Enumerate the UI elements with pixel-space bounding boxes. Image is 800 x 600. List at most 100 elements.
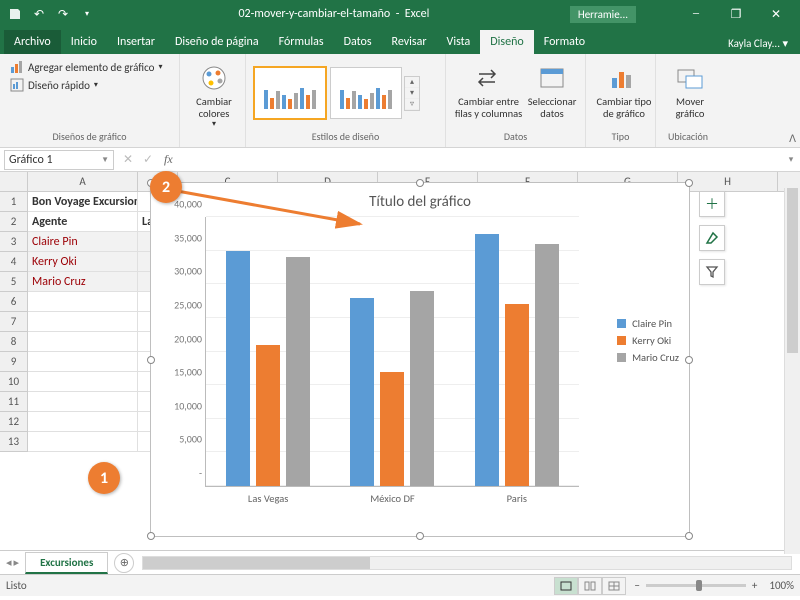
row-header[interactable]: 11	[0, 392, 28, 412]
formula-input[interactable]	[179, 150, 782, 170]
ribbon: Agregar elemento de gráfico▾ Diseño rápi…	[0, 54, 800, 148]
chart-filters-button[interactable]	[699, 259, 725, 285]
tab-formato[interactable]: Formato	[534, 30, 595, 54]
row-header[interactable]: 5	[0, 272, 28, 292]
row-header[interactable]: 1	[0, 192, 28, 212]
style-thumb-2[interactable]	[330, 67, 402, 119]
undo-icon[interactable]: ↶	[28, 3, 50, 25]
qat-dropdown-icon[interactable]: ▾	[76, 3, 98, 25]
add-chart-element-button[interactable]: Agregar elemento de gráfico▾	[6, 58, 173, 76]
zoom-level[interactable]: 100%	[769, 579, 794, 592]
horizontal-scrollbar[interactable]	[142, 556, 792, 570]
sheet-tab-bar: ◂▸ Excursiones ⊕	[0, 550, 800, 574]
cell[interactable]	[28, 352, 138, 372]
tab-inicio[interactable]: Inicio	[61, 30, 107, 54]
group-data: Datos	[452, 130, 579, 143]
cell[interactable]	[28, 312, 138, 332]
change-colors-button[interactable]: Cambiar colores▾	[186, 58, 242, 133]
row-header[interactable]: 10	[0, 372, 28, 392]
minimize-icon[interactable]: ─	[676, 0, 716, 28]
switch-row-column-button[interactable]: Cambiar entre filas y columnas	[452, 58, 525, 128]
chart-elements-button[interactable]: ＋	[699, 191, 725, 217]
chart-side-buttons: ＋	[699, 191, 725, 285]
row-header[interactable]: 12	[0, 412, 28, 432]
contextual-tab-label: Herramie...	[570, 6, 636, 23]
row-header[interactable]: 9	[0, 352, 28, 372]
quick-layout-button[interactable]: Diseño rápido▾	[6, 76, 173, 94]
select-all-corner[interactable]	[0, 172, 28, 192]
chart-legend[interactable]: Claire PinKerry OkiMario Cruz	[617, 313, 679, 368]
cell[interactable]	[28, 292, 138, 312]
chart-styles-button[interactable]	[699, 225, 725, 251]
tab-revisar[interactable]: Revisar	[382, 30, 437, 54]
select-data-button[interactable]: Seleccionar datos	[525, 58, 579, 128]
chart-style-gallery[interactable]	[252, 65, 404, 121]
fx-icon[interactable]: fx	[158, 152, 179, 167]
step-badge-1: 1	[88, 462, 120, 494]
row-header[interactable]: 2	[0, 212, 28, 232]
tab-formulas[interactable]: Fórmulas	[269, 30, 334, 54]
gallery-scroll[interactable]: ▴▾▿	[404, 76, 420, 111]
user-name[interactable]: Kayla Clay... ▾	[720, 33, 796, 54]
group-type: Tipo	[592, 130, 649, 143]
normal-view-icon[interactable]	[554, 577, 578, 595]
page-layout-view-icon[interactable]	[578, 577, 602, 595]
sheet-nav[interactable]: ◂▸	[0, 556, 25, 569]
cell[interactable]	[28, 412, 138, 432]
row-header[interactable]: 3	[0, 232, 28, 252]
cell[interactable]	[28, 332, 138, 352]
chart-plot-area[interactable]: -5,00010,00015,00020,00025,00030,00035,0…	[205, 217, 579, 487]
expand-formula-bar-icon[interactable]: ▾	[782, 154, 800, 165]
tab-insertar[interactable]: Insertar	[107, 30, 165, 54]
close-icon[interactable]: ✕	[756, 0, 796, 28]
new-sheet-button[interactable]: ⊕	[114, 553, 134, 573]
tab-archivo[interactable]: Archivo	[4, 30, 61, 54]
zoom-controls[interactable]: − + 100%	[634, 579, 794, 592]
cell[interactable]	[28, 432, 138, 452]
chart-type-icon	[608, 62, 640, 94]
worksheet-grid[interactable]: A B C D E F G H 1Bon Voyage Excursiones …	[0, 172, 800, 550]
cell[interactable]: Mario Cruz	[28, 272, 138, 292]
switch-icon	[473, 62, 505, 94]
chart-title[interactable]: Título del gráfico	[151, 183, 689, 217]
row-header[interactable]: 8	[0, 332, 28, 352]
collapse-ribbon-icon[interactable]: ᐱ	[789, 132, 796, 145]
cell[interactable]: Kerry Oki	[28, 252, 138, 272]
move-chart-button[interactable]: Mover gráfico	[662, 58, 718, 124]
cell[interactable]	[28, 392, 138, 412]
zoom-in-icon[interactable]: +	[752, 579, 757, 592]
row-header[interactable]: 4	[0, 252, 28, 272]
enter-formula-icon[interactable]: ✓	[138, 152, 158, 167]
palette-icon	[198, 62, 230, 94]
zoom-slider[interactable]	[646, 584, 746, 587]
cancel-formula-icon[interactable]: ✕	[118, 152, 138, 167]
cell[interactable]: Bon Voyage Excursiones	[28, 192, 138, 212]
name-box[interactable]: Gráfico 1▼	[4, 150, 114, 170]
cell[interactable]: Agente	[28, 212, 138, 232]
zoom-out-icon[interactable]: −	[634, 579, 639, 592]
step-badge-2: 2	[150, 171, 182, 203]
cell[interactable]: Claire Pin	[28, 232, 138, 252]
tab-diseno[interactable]: Diseño	[480, 30, 533, 54]
restore-icon[interactable]: ❐	[716, 0, 756, 28]
style-thumb-1[interactable]	[254, 67, 326, 119]
embedded-chart[interactable]: Título del gráfico -5,00010,00015,00020,…	[150, 182, 690, 537]
row-header[interactable]: 7	[0, 312, 28, 332]
save-icon[interactable]	[4, 3, 26, 25]
page-break-view-icon[interactable]	[602, 577, 626, 595]
row-header[interactable]: 6	[0, 292, 28, 312]
vertical-scrollbar[interactable]	[784, 188, 800, 554]
formula-bar: Gráfico 1▼ ✕ ✓ fx ▾	[0, 148, 800, 172]
sheet-tab-excursiones[interactable]: Excursiones	[25, 552, 108, 574]
tab-datos[interactable]: Datos	[334, 30, 382, 54]
select-data-icon	[536, 62, 568, 94]
cell[interactable]	[28, 372, 138, 392]
col-header[interactable]: A	[28, 172, 138, 191]
tab-vista[interactable]: Vista	[437, 30, 481, 54]
col-header[interactable]: H	[678, 172, 778, 191]
change-chart-type-button[interactable]: Cambiar tipo de gráfico	[592, 58, 656, 124]
redo-icon[interactable]: ↷	[52, 3, 74, 25]
status-text: Listo	[6, 579, 554, 592]
tab-diseno-pagina[interactable]: Diseño de página	[165, 30, 269, 54]
row-header[interactable]: 13	[0, 432, 28, 452]
